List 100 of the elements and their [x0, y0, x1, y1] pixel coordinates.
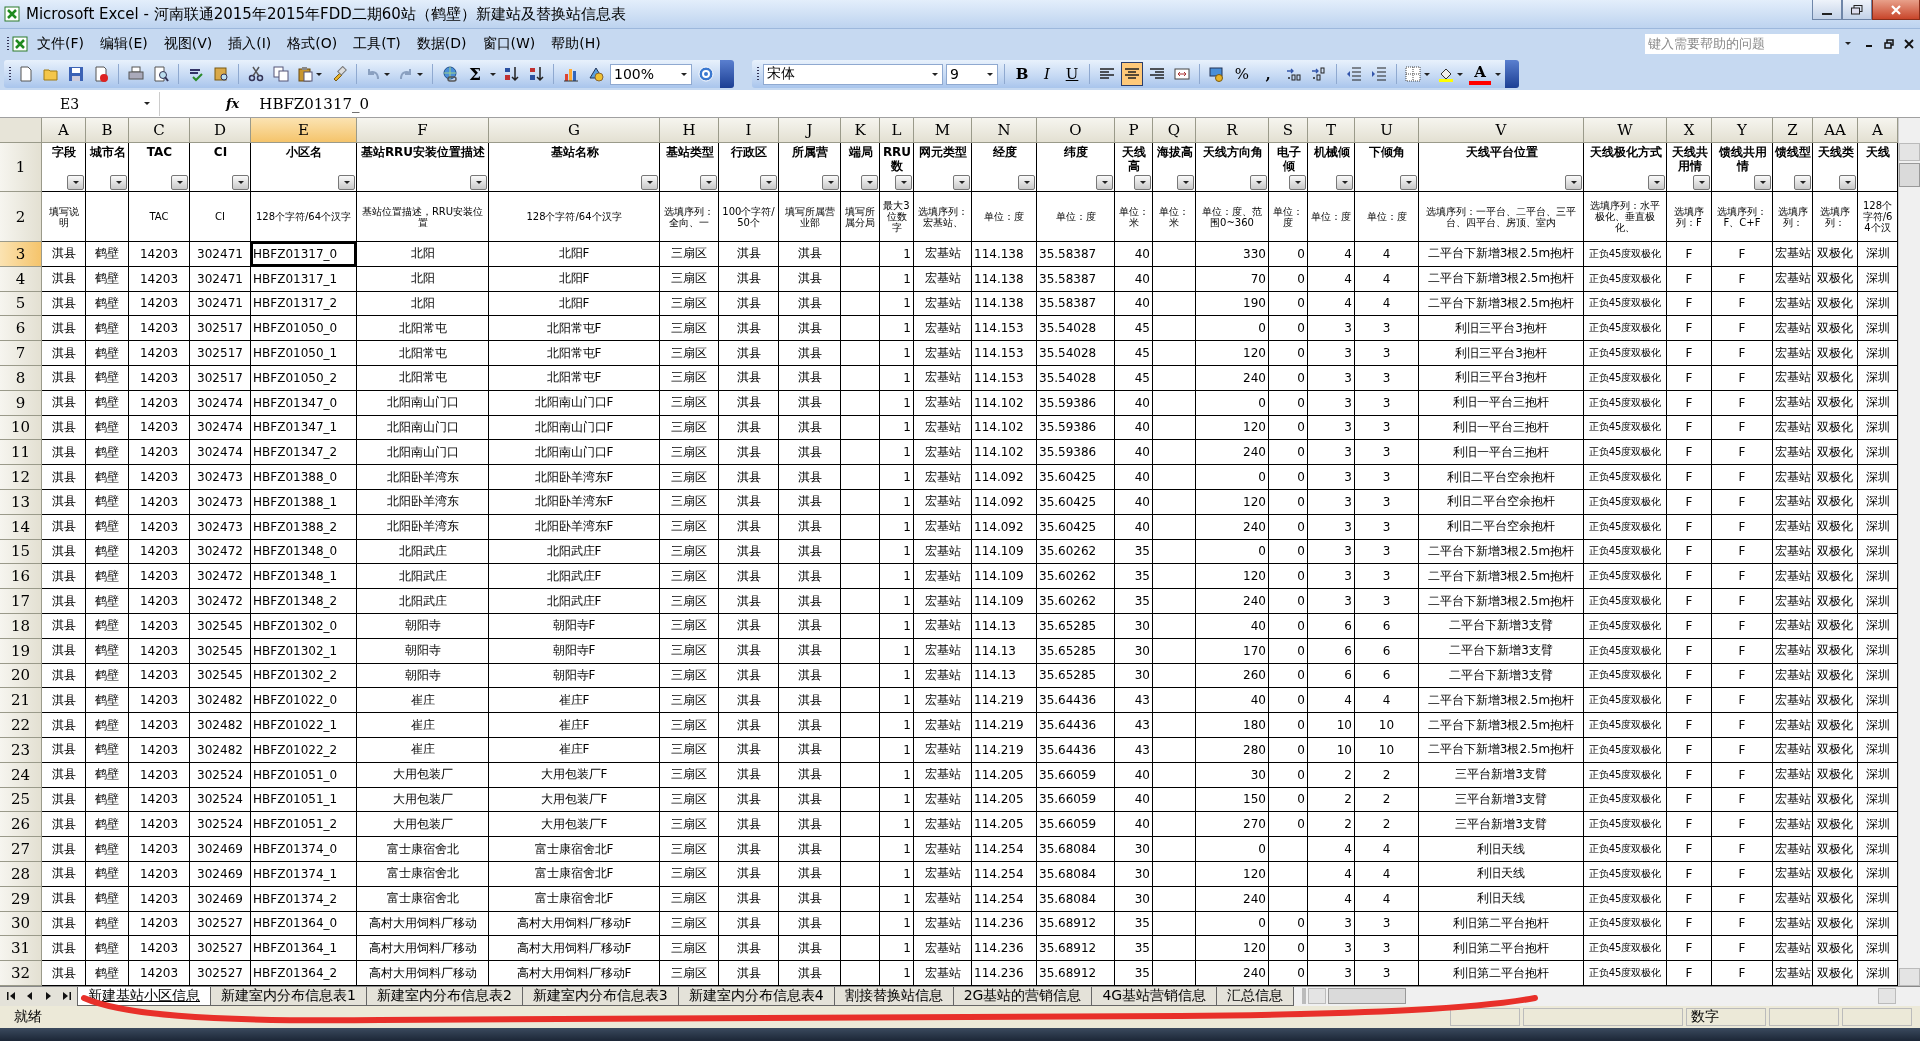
filter-dropdown-button[interactable] — [895, 175, 912, 190]
filter-dropdown-button[interactable] — [861, 175, 878, 190]
currency-icon[interactable] — [1209, 66, 1225, 82]
help-icon[interactable] — [698, 66, 714, 82]
row-header[interactable]: 21 — [0, 688, 42, 714]
percent-button[interactable]: % — [1231, 62, 1253, 86]
filter-dropdown-button[interactable] — [1177, 175, 1194, 190]
column-header[interactable]: X — [1667, 118, 1712, 143]
row-header[interactable]: 15 — [0, 539, 42, 565]
font-field[interactable]: 宋体 — [763, 63, 943, 85]
row-header[interactable]: 18 — [0, 613, 42, 639]
column-header[interactable]: F — [357, 118, 489, 143]
filter-dropdown-button[interactable] — [67, 175, 84, 190]
column-header[interactable]: K — [841, 118, 880, 143]
format-painter-icon[interactable] — [331, 66, 347, 82]
minimize-button[interactable] — [1812, 0, 1842, 20]
sheet-tab[interactable]: 汇总信息 — [1216, 986, 1295, 1006]
row-header[interactable]: 6 — [0, 316, 42, 342]
column-header[interactable]: M — [914, 118, 972, 143]
filter-dropdown-button[interactable] — [760, 175, 777, 190]
workbook-icon[interactable] — [12, 35, 28, 52]
row-header[interactable]: 32 — [0, 961, 42, 986]
merge-center-icon[interactable] — [1174, 66, 1190, 82]
filter-dropdown-button[interactable] — [470, 175, 487, 190]
column-header[interactable]: R — [1196, 118, 1269, 143]
column-header[interactable]: G — [489, 118, 660, 143]
toolbar-grip-icon[interactable] — [756, 66, 760, 82]
row-header[interactable]: 22 — [0, 713, 42, 738]
row-header[interactable]: 11 — [0, 440, 42, 466]
sort-descending-icon[interactable] — [528, 66, 544, 82]
row-header[interactable]: 14 — [0, 514, 42, 540]
menu-item[interactable]: 工具(T) — [346, 31, 408, 56]
scroll-thumb[interactable] — [1899, 163, 1920, 187]
filter-dropdown-button[interactable] — [1839, 175, 1856, 190]
row-header[interactable]: 25 — [0, 787, 42, 813]
help-search-field[interactable]: 键入需要帮助的问题 — [1644, 32, 1840, 55]
sheet-tab[interactable]: 4G基站营销信息 — [1091, 986, 1218, 1006]
menu-item[interactable]: 窗口(W) — [475, 31, 543, 56]
fill-color-icon[interactable] — [1438, 66, 1454, 82]
bold-button[interactable]: B — [1011, 62, 1033, 86]
selected-cell[interactable]: HBFZ01317_0 — [251, 242, 357, 267]
sheet-tab[interactable]: 新建室内分布信息表3 — [521, 986, 679, 1006]
horizontal-scrollbar[interactable] — [1294, 986, 1920, 1006]
row-header[interactable]: 30 — [0, 911, 42, 937]
column-header[interactable]: B — [86, 118, 129, 143]
row-header[interactable]: 5 — [0, 291, 42, 317]
menu-item[interactable]: 帮助(H) — [544, 31, 608, 56]
print-preview-icon[interactable] — [153, 66, 169, 82]
sort-ascending-icon[interactable] — [503, 66, 519, 82]
filter-dropdown-button[interactable] — [338, 175, 355, 190]
menu-item[interactable]: 视图(V) — [156, 31, 220, 56]
menu-item[interactable]: 编辑(E) — [93, 31, 155, 56]
caret-icon[interactable] — [1456, 71, 1464, 77]
toolbar-grip-icon[interactable] — [8, 66, 12, 82]
column-header[interactable]: P — [1115, 118, 1153, 143]
filter-dropdown-button[interactable] — [1336, 175, 1353, 190]
decrease-indent-icon[interactable] — [1346, 66, 1362, 82]
increase-decimal-icon[interactable] — [1286, 66, 1302, 82]
copy-icon[interactable] — [273, 66, 289, 82]
row-header[interactable]: 4 — [0, 266, 42, 292]
zoom-field[interactable]: 100% — [610, 63, 692, 85]
column-header[interactable]: O — [1037, 118, 1115, 143]
row-header[interactable]: 3 — [0, 242, 42, 267]
row-header[interactable]: 26 — [0, 812, 42, 838]
row-header[interactable]: 24 — [0, 762, 42, 788]
name-box[interactable]: E3 — [0, 91, 160, 116]
column-header[interactable]: W — [1584, 118, 1667, 143]
comma-button[interactable]: , — [1256, 62, 1280, 86]
menu-item[interactable]: 插入(I) — [221, 31, 279, 56]
filter-dropdown-button[interactable] — [641, 175, 658, 190]
filter-dropdown-button[interactable] — [1754, 175, 1771, 190]
row-header[interactable]: 31 — [0, 936, 42, 962]
column-header[interactable]: A — [42, 118, 86, 143]
filter-dropdown-button[interactable] — [1250, 175, 1267, 190]
column-header[interactable]: E — [251, 118, 357, 143]
caret-icon[interactable] — [680, 71, 688, 77]
book-icon[interactable] — [213, 66, 229, 82]
column-header[interactable]: A — [1858, 118, 1898, 143]
column-header[interactable]: Z — [1773, 118, 1813, 143]
row-header[interactable]: 23 — [0, 737, 42, 763]
column-header[interactable]: D — [190, 118, 251, 143]
menu-item[interactable]: 格式(O) — [280, 31, 345, 56]
filter-dropdown-button[interactable] — [1134, 175, 1151, 190]
column-header[interactable]: V — [1419, 118, 1584, 143]
row-header[interactable]: 27 — [0, 837, 42, 862]
column-header[interactable]: T — [1308, 118, 1355, 143]
column-header[interactable]: C — [129, 118, 190, 143]
row-header[interactable]: 9 — [0, 390, 42, 416]
spelling-icon[interactable] — [188, 66, 204, 82]
caret-icon[interactable] — [489, 71, 497, 77]
print-icon[interactable] — [128, 66, 144, 82]
restore-icon[interactable] — [1884, 38, 1894, 49]
filter-dropdown-button[interactable] — [171, 175, 188, 190]
increase-indent-icon[interactable] — [1371, 66, 1387, 82]
chart-icon[interactable] — [563, 66, 579, 82]
filter-dropdown-button[interactable] — [110, 175, 127, 190]
sheet-tab[interactable]: 新建室内分布信息表2 — [365, 986, 523, 1006]
column-header[interactable]: L — [880, 118, 914, 143]
caret-icon[interactable] — [1494, 71, 1502, 77]
column-header[interactable]: I — [719, 118, 779, 143]
